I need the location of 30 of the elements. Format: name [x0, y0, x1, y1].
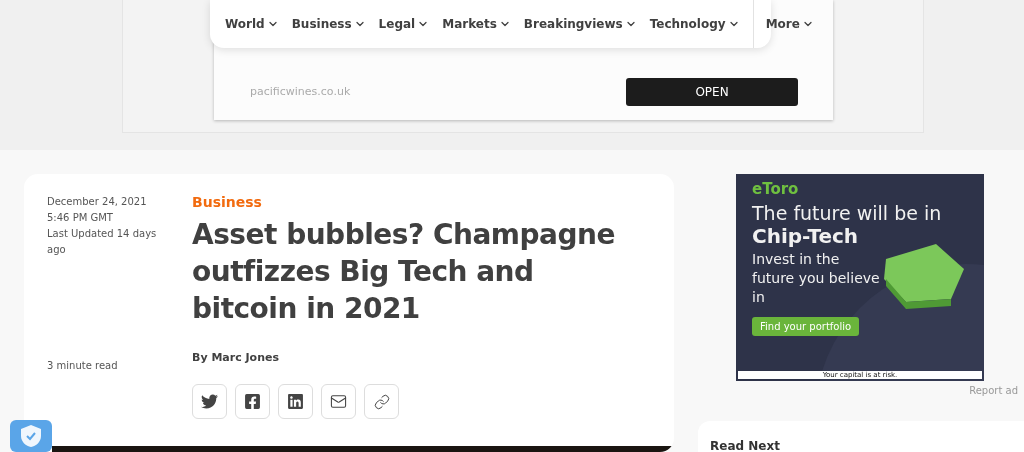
ad-headline: The future will be in [752, 202, 943, 224]
last-updated: Last Updated 14 days ago [47, 227, 158, 257]
more-menu[interactable]: More [752, 0, 814, 48]
nav-item[interactable]: World [225, 17, 279, 31]
share-button[interactable] [192, 384, 227, 419]
read-next-title: Read Next [710, 439, 780, 452]
nav-item[interactable]: Business [291, 17, 366, 31]
mail-icon [330, 393, 347, 410]
link-icon [373, 393, 390, 410]
facebook-icon [244, 393, 261, 410]
read-time: 3 minute read [47, 359, 119, 373]
shield-icon [20, 424, 42, 448]
publish-time: 5:46 PM GMT [47, 211, 114, 225]
twitter-icon [201, 393, 218, 410]
nav-item[interactable]: Legal [378, 17, 430, 31]
linkedin-icon [287, 393, 304, 410]
publish-date: December 24, 2021 [47, 195, 148, 209]
ad-logo: eToro [752, 180, 800, 198]
share-button[interactable] [321, 384, 356, 419]
byline: By Marc Jones [192, 351, 281, 364]
nav-item[interactable]: Technology [649, 17, 740, 31]
ad-text: Invest in the future you believe in [752, 250, 881, 307]
headline: Asset bubbles? Champagne outfizzes Big Tech and bitcoin in 2021 [192, 217, 616, 327]
nav-item[interactable]: Markets [442, 17, 511, 31]
nav-item[interactable]: Breakingviews [523, 17, 637, 31]
share-button[interactable] [278, 384, 313, 419]
ad-domain: pacificwines.co.uk [250, 85, 351, 98]
share-button[interactable] [235, 384, 270, 419]
open-button[interactable]: OPEN [626, 78, 798, 106]
ad-headline: Chip-Tech [752, 224, 860, 248]
